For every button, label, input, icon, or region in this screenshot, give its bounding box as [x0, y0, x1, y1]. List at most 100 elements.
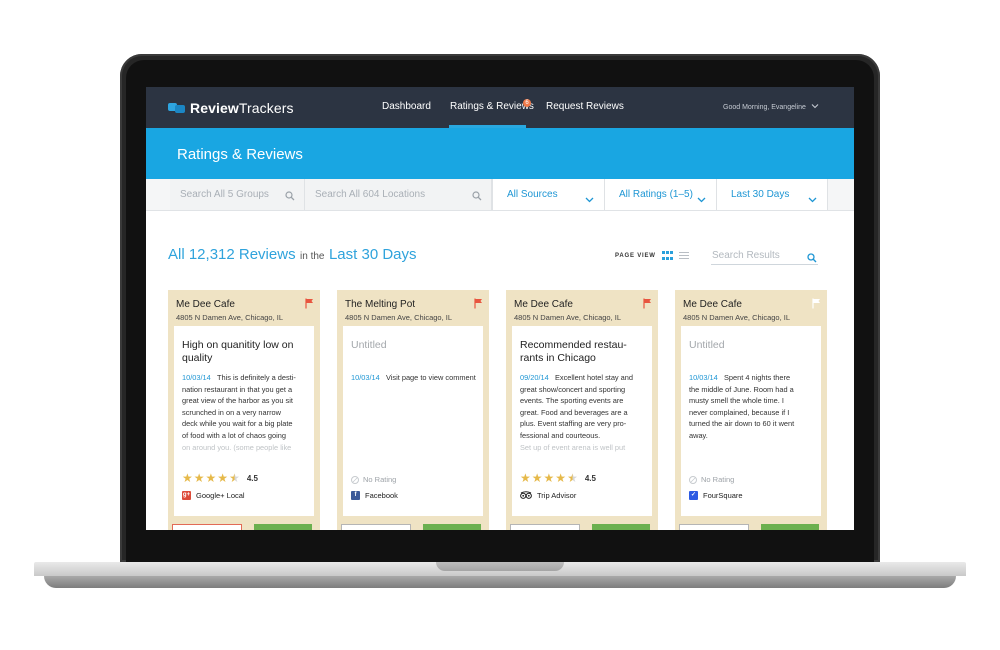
nav-ratings-reviews[interactable]: Ratings & Reviews: [450, 101, 534, 112]
nav-request-reviews[interactable]: Request Reviews: [546, 101, 624, 112]
no-rating: No Rating: [351, 475, 396, 484]
review-card[interactable]: Me Dee Cafe 4805 N Damen Ave, Chicago, IL…: [506, 290, 658, 530]
nav-dashboard[interactable]: Dashboard: [382, 101, 431, 112]
flag-icon[interactable]: [474, 296, 483, 314]
ratings-value: All Ratings (1–5): [619, 189, 693, 200]
review-body: 09/20/14 Excellent hotel stay and great s…: [520, 372, 648, 453]
laptop-notch: [436, 562, 564, 571]
location-search-placeholder: Search All 604 Locations: [315, 189, 426, 200]
review-body: 10/03/14 Spent 4 nights there the middle …: [689, 372, 817, 442]
review-text-fade: Set up of event arena is well put: [520, 442, 626, 452]
review-date: 10/03/14: [351, 373, 380, 382]
chevron-down-icon: [808, 190, 817, 208]
business-address: 4805 N Damen Ave, Chicago, IL: [683, 313, 791, 322]
card-secondary-button[interactable]: [341, 524, 411, 530]
page-header-banner: Ratings & Reviews: [146, 128, 854, 179]
star-icon: ★: [193, 471, 205, 485]
review-title[interactable]: High on quanitity low on quality: [182, 339, 302, 365]
results-period: Last 30 Days: [328, 246, 417, 263]
review-card[interactable]: Me Dee Cafe 4805 N Damen Ave, Chicago, IL…: [168, 290, 320, 530]
business-address: 4805 N Damen Ave, Chicago, IL: [345, 313, 453, 322]
business-name[interactable]: Me Dee Cafe: [176, 299, 235, 310]
review-text-line: fessional and courteous.: [520, 430, 601, 440]
period-dropdown[interactable]: Last 30 Days: [716, 179, 828, 210]
no-rating-icon: [689, 475, 697, 484]
sources-dropdown[interactable]: All Sources: [492, 179, 605, 210]
no-rating-label: No Rating: [701, 475, 735, 484]
chevron-down-icon: [585, 190, 594, 208]
card-secondary-button[interactable]: [510, 524, 580, 530]
source-name: Google+ Local: [196, 491, 245, 500]
business-name[interactable]: Me Dee Cafe: [514, 299, 573, 310]
review-title[interactable]: Recommended restau-rants in Chicago: [520, 339, 640, 365]
flag-icon[interactable]: [305, 296, 314, 314]
source-name: FourSquare: [703, 491, 743, 500]
search-results-input[interactable]: Search Results: [711, 248, 818, 265]
review-body: 10/03/14 Visit page to view comment: [351, 372, 479, 384]
review-content: Untitled 10/03/14 Visit page to view comm…: [343, 326, 483, 516]
review-text-line: away.: [689, 430, 708, 440]
google-plus-icon: g+: [182, 491, 191, 500]
user-greeting[interactable]: Good Morning, Evangeline: [723, 104, 806, 111]
ratings-dropdown[interactable]: All Ratings (1–5): [604, 179, 717, 210]
logo[interactable]: ReviewTrackers: [168, 100, 294, 116]
chevron-down-icon: [697, 190, 706, 208]
review-card[interactable]: Me Dee Cafe 4805 N Damen Ave, Chicago, IL…: [675, 290, 827, 530]
search-icon[interactable]: [807, 250, 817, 268]
chevron-down-icon[interactable]: [811, 103, 819, 111]
rating-value: 4.5: [246, 473, 258, 483]
results-count: All 12,312 Reviews: [168, 246, 296, 263]
star-icon: ★: [531, 471, 543, 485]
review-text-line: This is definitely a desti-: [216, 373, 296, 382]
search-icon: [285, 188, 295, 206]
business-name[interactable]: The Melting Pot: [345, 299, 415, 310]
review-source[interactable]: Trip Advisor: [520, 491, 576, 500]
review-text-line: nation restaurant in that you get a: [182, 384, 293, 394]
tripadvisor-icon: [520, 491, 532, 500]
review-date: 10/03/14: [689, 373, 718, 382]
review-date: 10/03/14: [182, 373, 211, 382]
source-name: Trip Advisor: [537, 491, 577, 500]
star-icon: ★: [520, 471, 531, 485]
list-view-icon[interactable]: [679, 252, 689, 261]
review-text-line: great view of the harbor as you sit: [182, 396, 293, 406]
group-search-input[interactable]: Search All 5 Groups: [170, 179, 305, 210]
foursquare-icon: ✓: [689, 491, 698, 500]
card-secondary-button[interactable]: [172, 524, 242, 530]
review-title[interactable]: Untitled: [351, 339, 471, 352]
review-text-line: never complained, because if I: [689, 407, 790, 417]
review-title[interactable]: Untitled: [689, 339, 809, 352]
card-secondary-button[interactable]: [679, 524, 749, 530]
card-primary-button[interactable]: [761, 524, 819, 530]
sources-value: All Sources: [507, 189, 558, 200]
star-icon: ★: [555, 471, 567, 485]
review-card[interactable]: The Melting Pot 4805 N Damen Ave, Chicago…: [337, 290, 489, 530]
business-name[interactable]: Me Dee Cafe: [683, 299, 742, 310]
star-icon: ★: [217, 471, 229, 485]
star-rating: ★ ★ ★ ★ ★ 4.5: [182, 472, 258, 484]
app-screen: ReviewTrackers Dashboard Ratings & Revie…: [146, 87, 854, 530]
review-date: 09/20/14: [520, 373, 549, 382]
card-primary-button[interactable]: [592, 524, 650, 530]
review-source[interactable]: ✓ FourSquare: [689, 491, 743, 500]
card-primary-button[interactable]: [254, 524, 312, 530]
search-icon: [472, 188, 482, 206]
logo-text: ReviewTrackers: [190, 100, 294, 116]
logo-speech-bubbles-icon: [168, 102, 185, 114]
review-text-line: turned the air down to 60 it went: [689, 419, 795, 429]
location-search-input[interactable]: Search All 604 Locations: [305, 179, 492, 210]
page-title: Ratings & Reviews: [177, 146, 303, 163]
star-icon: ★: [229, 471, 240, 485]
flag-icon[interactable]: [643, 296, 652, 314]
review-source[interactable]: f Facebook: [351, 491, 398, 500]
business-address: 4805 N Damen Ave, Chicago, IL: [514, 313, 622, 322]
review-source[interactable]: g+ Google+ Local: [182, 491, 245, 500]
review-content: Recommended restau-rants in Chicago 09/20…: [512, 326, 652, 516]
grid-view-icon[interactable]: [662, 251, 673, 261]
review-text-fade: on around you. (some people like: [182, 442, 292, 452]
notification-badge: 6: [523, 99, 531, 107]
star-icon: ★: [567, 471, 578, 485]
flag-icon[interactable]: [812, 296, 821, 314]
page-view-label: PAGE VIEW: [615, 253, 656, 259]
card-primary-button[interactable]: [423, 524, 481, 530]
